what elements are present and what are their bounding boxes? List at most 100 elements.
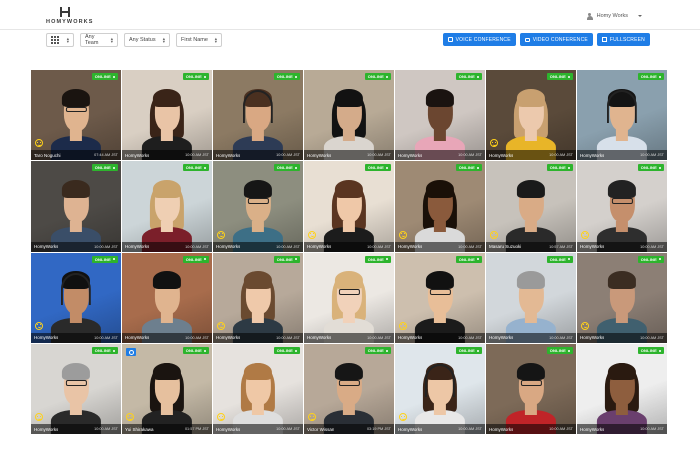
user-icon [586, 12, 593, 20]
member-local-time: 10:00 AM JST [94, 244, 118, 249]
online-status-badge: ONLINE [364, 164, 391, 172]
member-caption: HomyWorks 10:00 AM JST [486, 424, 576, 434]
sort-value: First Name [181, 37, 208, 43]
online-status-badge: ONLINE [273, 255, 300, 263]
member-tile[interactable]: ONLINE HomyWorks 10:00 AM JST [486, 343, 576, 434]
member-tile[interactable]: ONLINE HomyWorks 10:00 AM JST [31, 161, 121, 252]
online-status-badge: ONLINE [546, 164, 573, 172]
member-video-image [50, 353, 102, 434]
online-status-badge: ONLINE [273, 164, 300, 172]
member-tile[interactable]: ONLINE HomyWorks 10:00 AM JST [395, 252, 485, 343]
member-caption: HomyWorks 10:00 AM JST [213, 150, 303, 161]
member-caption: HomyWorks 10:00 AM JST [213, 332, 303, 343]
member-tile[interactable]: ONLINE HomyWorks 10:00 AM JST [122, 70, 212, 161]
member-tile[interactable]: ONLINE HomyWorks 10:00 AM JST [577, 252, 667, 343]
member-tile[interactable]: ONLINE HomyWorks 10:00 AM JST [395, 70, 485, 161]
member-tile[interactable]: ONLINE HomyWorks 10:00 AM JST [486, 70, 576, 161]
member-video-image [232, 79, 284, 161]
sort-select[interactable]: First Name ▴ ▾ [176, 33, 222, 47]
logo-mark-icon [60, 7, 70, 17]
online-status-badge: ONLINE [182, 346, 209, 354]
member-video-image [596, 79, 648, 161]
member-tile[interactable]: ONLINE HomyWorks 10:00 AM JST [304, 161, 394, 252]
member-local-time: 10:00 AM JST [549, 335, 573, 340]
online-status-badge: ONLINE [637, 164, 664, 172]
member-name: HomyWorks [216, 244, 241, 249]
member-name: HomyWorks [580, 335, 605, 341]
member-tile[interactable]: ONLINE HomyWorks 10:00 AM JST [395, 343, 485, 434]
member-video-image [141, 262, 193, 343]
smiley-mood-icon [581, 230, 589, 239]
smiley-mood-icon [399, 230, 407, 239]
member-name: HomyWorks [216, 335, 241, 341]
member-video-image [505, 79, 557, 161]
member-video-image [596, 262, 648, 343]
member-local-time: 01:57 PM JST [184, 427, 209, 431]
online-status-badge: ONLINE [546, 73, 573, 80]
member-tile[interactable]: ONLINE HomyWorks 10:00 AM JST [213, 161, 303, 252]
user-menu[interactable]: Homy Works [586, 11, 642, 21]
member-tile[interactable]: ONLINE HomyWorks 10:00 AM JST [31, 252, 121, 343]
member-tile[interactable]: ONLINE Yui Shirakawa 01:57 PM JST [122, 343, 212, 434]
member-name: HomyWorks [307, 335, 332, 341]
member-tile[interactable]: ONLINE HomyWorks 10:00 AM JST [577, 343, 667, 434]
member-tile[interactable]: ONLINE HomyWorks 10:00 AM JST [577, 70, 667, 161]
member-tile[interactable]: ONLINE HomyWorks 10:00 AM JST [213, 252, 303, 343]
member-name: HomyWorks [580, 152, 605, 158]
member-caption: HomyWorks 10:00 AM JST [577, 241, 667, 252]
member-video-image [414, 79, 466, 161]
member-tile[interactable]: ONLINE HomyWorks 10:00 AM JST [577, 161, 667, 252]
member-video-image [141, 79, 193, 161]
member-tile[interactable]: ONLINE Masaru Suzuoki 10:57 AM JST [486, 161, 576, 252]
member-local-time: 10:00 AM JST [185, 244, 209, 249]
select-arrows-icon: ▴ ▾ [66, 36, 69, 44]
status-filter-select[interactable]: Any Status ▴ ▾ [124, 33, 170, 47]
member-tile[interactable]: ONLINE HomyWorks 10:00 AM JST [486, 252, 576, 343]
member-name: HomyWorks [34, 244, 59, 249]
fullscreen-label: FULLSCREEN [609, 36, 645, 43]
member-caption: Taro Noguchi 07:44 AM JST [31, 150, 121, 161]
member-tile[interactable]: ONLINE HomyWorks 10:00 AM JST [304, 70, 394, 161]
member-name: HomyWorks [307, 244, 332, 249]
member-local-time: 10:00 AM JST [94, 427, 118, 431]
online-status-badge: ONLINE [455, 164, 482, 172]
team-filter-select[interactable]: Any Team ▴ ▾ [80, 33, 118, 47]
member-tile[interactable]: ONLINE Victor Wissan 03:19 PM JST [304, 343, 394, 434]
member-local-time: 10:00 AM JST [549, 427, 573, 431]
member-tile[interactable]: ONLINE HomyWorks 10:00 AM JST [122, 161, 212, 252]
online-status-badge: ONLINE [364, 255, 391, 263]
member-caption: HomyWorks 10:00 AM JST [486, 332, 576, 343]
homyworks-logo[interactable]: HOMYWORKS [46, 7, 92, 27]
member-tile[interactable]: ONLINE HomyWorks 10:00 AM JST [395, 161, 485, 252]
member-tile[interactable]: ONLINE HomyWorks 10:00 AM JST [213, 343, 303, 434]
member-local-time: 10:00 AM JST [458, 244, 482, 249]
video-conference-button[interactable]: VIDEO CONFERENCE [519, 33, 593, 46]
member-name: HomyWorks [489, 152, 514, 158]
fullscreen-icon [601, 37, 607, 42]
member-tile[interactable]: ONLINE HomyWorks 10:00 AM JST [213, 70, 303, 161]
member-name: Yui Shirakawa [125, 426, 154, 432]
layout-grid-select[interactable]: ▴ ▾ [46, 33, 74, 47]
member-name: HomyWorks [216, 426, 241, 432]
member-name: Victor Wissan [307, 426, 335, 432]
smiley-mood-icon [217, 413, 225, 421]
member-caption: HomyWorks 10:00 AM JST [122, 241, 212, 252]
video-camera-icon [524, 37, 530, 42]
member-caption: HomyWorks 10:00 AM JST [577, 332, 667, 343]
member-name: Taro Noguchi [34, 152, 61, 158]
member-tile[interactable]: ONLINE HomyWorks 10:00 AM JST [122, 252, 212, 343]
member-name: HomyWorks [580, 426, 605, 432]
logo-text: HOMYWORKS [46, 19, 94, 25]
member-tile[interactable]: ONLINE Taro Noguchi 07:44 AM JST [31, 70, 121, 161]
member-local-time: 07:44 AM JST [94, 153, 118, 158]
fullscreen-button[interactable]: FULLSCREEN [596, 33, 650, 46]
online-status-badge: ONLINE [91, 164, 118, 172]
voice-conference-button[interactable]: VOICE CONFERENCE [442, 33, 516, 46]
member-video-image [232, 170, 284, 252]
smiley-mood-icon [399, 321, 407, 330]
camera-icon[interactable] [126, 347, 136, 356]
member-video-image [596, 353, 648, 434]
online-status-badge: ONLINE [91, 73, 118, 80]
member-tile[interactable]: ONLINE HomyWorks 10:00 AM JST [304, 252, 394, 343]
member-tile[interactable]: ONLINE HomyWorks 10:00 AM JST [31, 343, 121, 434]
